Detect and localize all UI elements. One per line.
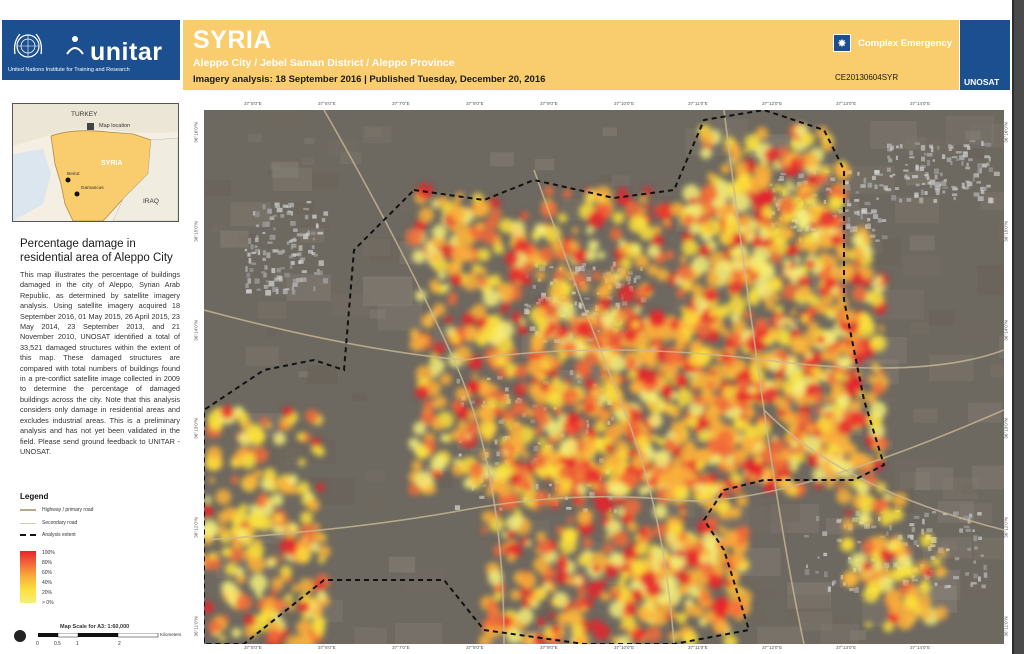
map-tick-left: 36°15'0"N [193,221,199,242]
map-tick-left: 36°14'0"N [193,319,199,341]
ramp-label-80: 80% [42,560,53,566]
inset-iraq-label: IRAQ [143,198,159,205]
legend-extent-label: Analysis extent [42,532,76,538]
emergency-type: ✸ Complex Emergency [833,34,952,52]
map-tick-top: 37°12'0"E [762,101,783,106]
inset-turkey-label: TURKEY [71,111,98,118]
legend-highway: Highway / primary road [20,507,93,513]
map-tick-top: 37°9'0"E [540,101,558,106]
unitar-logo: unitar United Nations Institute for Trai… [2,20,180,80]
scale-tick-2: 2 [118,641,121,647]
map-tick-left: 36°13'0"N [193,418,199,440]
unosat-logo: UNOSAT [960,20,1010,90]
unitar-mark-icon [66,36,84,55]
scale-unit: Kilometers [160,632,182,637]
ramp-label-0: > 0% [42,600,54,606]
inset-location-label: Map location [99,123,131,129]
ramp-label-40: 40% [42,580,53,586]
scale-tick-1: 1 [76,641,79,647]
map-tick-right: 36°13'0"N [1003,418,1009,440]
map-tick-top: 37°8'0"E [466,101,484,106]
inset-beirut-label: Beirut [67,172,80,177]
map-tick-bottom: 37°6'0"E [318,645,336,650]
map-tick-right: 36°16'0"N [1003,122,1009,143]
map-tick-top: 37°14'0"E [910,101,931,106]
map-tick-left: 36°11'0"N [193,616,199,637]
legend-secondary-label: Secondary road [42,520,78,526]
org-subtitle: United Nations Institute for Training an… [8,67,130,73]
org-name: unitar [90,38,163,66]
map-tick-bottom: 37°10'0"E [614,645,635,650]
scale-title: Map Scale for A3: 1:60,000 [60,624,130,630]
country-title: SYRIA [193,26,272,54]
unosat-globe-icon [968,28,1002,68]
damage-color-ramp [20,551,36,603]
complex-emergency-icon: ✸ [833,34,851,52]
legend-extent: Analysis extent [20,532,76,538]
un-emblem-icon [13,33,43,58]
map-tick-bottom: 37°11'0"E [688,645,708,650]
ramp-label-20: 20% [42,590,53,596]
map-tick-right: 36°14'0"N [1003,319,1009,341]
legend-highway-label: Highway / primary road [42,507,94,513]
map-tick-bottom: 37°5'0"E [244,645,262,650]
map-tick-bottom: 37°13'0"E [836,645,857,650]
map-tick-top: 37°7'0"E [392,101,410,106]
map-tick-top: 37°11'0"E [688,101,708,106]
map-tick-bottom: 37°8'0"E [466,645,484,650]
map-tick-right: 36°12'0"N [1003,517,1009,538]
sidebar-title: Percentage damage in residential area of… [20,238,173,264]
imagery-date: Imagery analysis: 18 September 2016 | Pu… [193,74,546,85]
map-tick-top: 37°5'0"E [244,101,262,106]
ramp-label-100: 100% [42,550,55,556]
legend-title: Legend [20,492,49,501]
map-tick-bottom: 37°12'0"E [762,645,783,650]
damage-map-graphic [204,110,1004,644]
header-band: SYRIA Aleppo City / Jebel Saman District… [183,20,959,90]
map-tick-bottom: 37°9'0"E [540,645,558,650]
map-tick-right: 36°11'0"N [1003,616,1009,637]
scale-tick-0: 0 [36,641,39,647]
sidebar-description: This map illustrates the percentage of b… [20,270,180,456]
inset-map: TURKEY Map location SYRIA IRAQ Beirut Da… [12,103,179,222]
unosat-name: UNOSAT [964,77,1000,87]
map-tick-bottom: 37°7'0"E [392,645,410,650]
ramp-label-60: 60% [42,570,53,576]
scale-tick-05: 0.5 [54,641,61,647]
north-arrow-icon [14,630,26,642]
inset-syria-label: SYRIA [101,160,123,167]
map-tick-bottom: 37°14'0"E [910,645,931,650]
map-tick-top: 37°13'0"E [836,101,857,106]
legend-secondary: Secondary road [20,520,77,526]
glide-number: CE20130604SYR [835,73,899,82]
emergency-label: Complex Emergency [858,37,952,49]
inset-damascus-label: Damascus [81,186,104,191]
location-subtitle: Aleppo City / Jebel Saman District / Ale… [193,57,455,69]
map-tick-top: 37°6'0"E [318,101,336,106]
map-tick-left: 36°16'0"N [193,122,199,143]
map-poster: unitar United Nations Institute for Trai… [0,0,1014,654]
map-tick-top: 37°10'0"E [614,101,635,106]
map-tick-left: 36°12'0"N [193,517,199,538]
map-tick-right: 36°15'0"N [1003,221,1009,242]
damage-map [204,110,1004,644]
